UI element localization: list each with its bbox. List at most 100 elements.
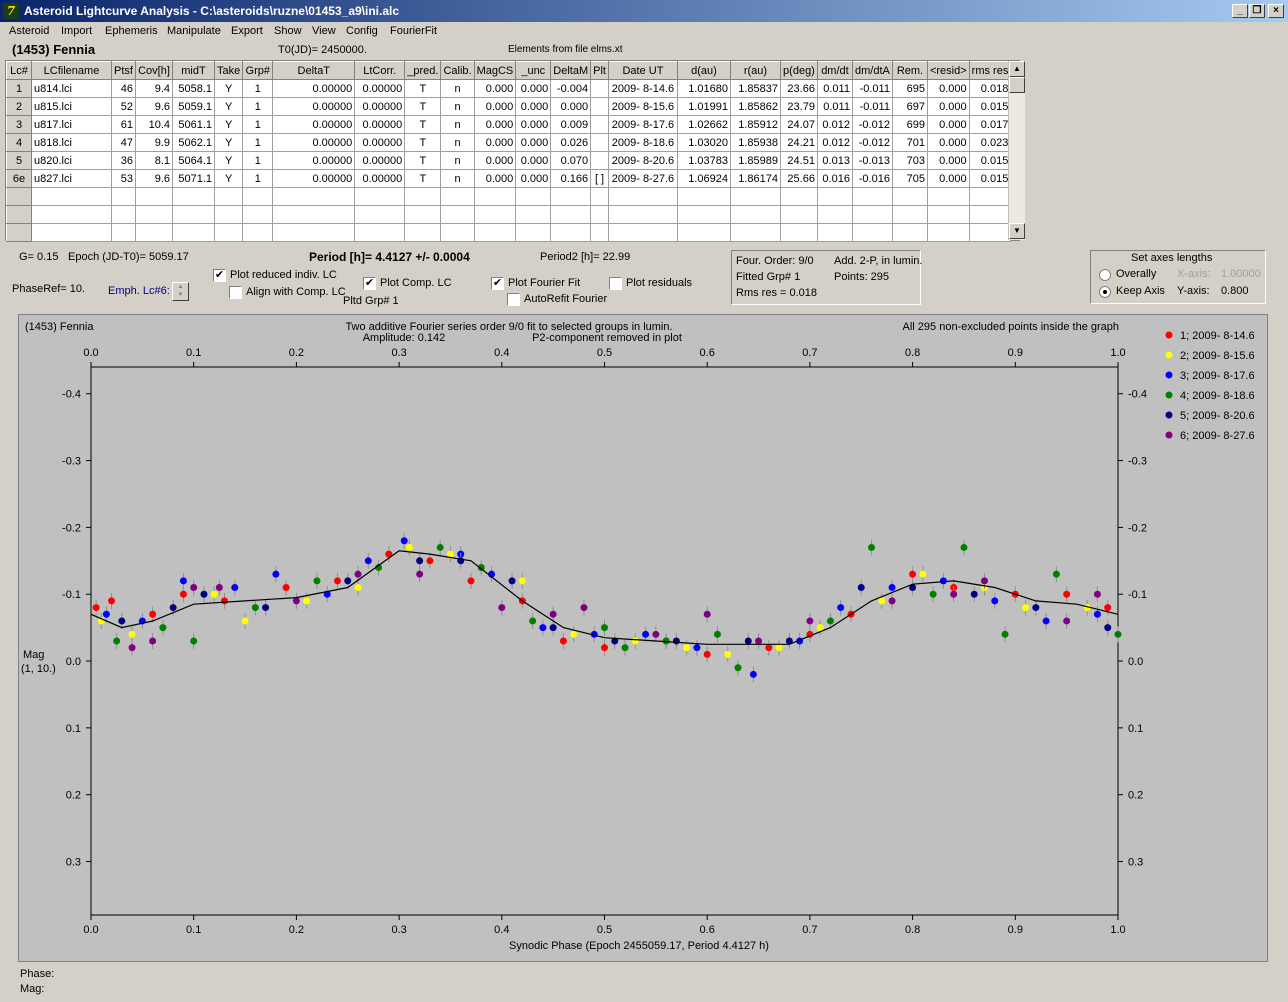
menu-show[interactable]: Show (274, 25, 302, 37)
table-cell[interactable]: 1.85912 (729, 115, 781, 134)
row-header[interactable]: 5 (6, 151, 32, 170)
table-cell[interactable]: u818.lci (31, 133, 112, 152)
table-cell[interactable]: 1 (242, 151, 274, 170)
plot-reduced-checkbox[interactable]: ✔ (213, 269, 226, 282)
table-cell[interactable]: 9.6 (135, 97, 173, 116)
table-cell[interactable]: 5059.1 (172, 97, 215, 116)
table-cell[interactable]: 0.00000 (354, 151, 406, 170)
table-cell[interactable]: 0.00000 (354, 169, 406, 188)
table-cell[interactable]: 1 (242, 115, 274, 134)
overally-radio[interactable] (1099, 269, 1111, 281)
xaxis-value[interactable]: 1.00000 (1221, 268, 1261, 280)
table-cell[interactable]: 5071.1 (172, 169, 215, 188)
table-cell[interactable]: 0.017 (968, 115, 1012, 134)
column-header[interactable]: dm/dt (816, 61, 853, 80)
column-header[interactable]: _pred. (404, 61, 442, 80)
table-cell[interactable]: 0.000 (473, 169, 517, 188)
table-cell[interactable]: 0.00000 (272, 115, 356, 134)
column-header[interactable]: Ptsf (111, 61, 136, 80)
table-cell[interactable]: Y (213, 133, 244, 152)
table-cell[interactable]: 24.21 (779, 133, 818, 152)
table-cell[interactable]: 0.018 (968, 79, 1012, 98)
table-cell[interactable]: u814.lci (31, 79, 112, 98)
table-cell[interactable]: 23.79 (779, 97, 818, 116)
table-cell[interactable]: 9.9 (135, 133, 173, 152)
table-cell[interactable]: 0.070 (550, 151, 592, 170)
restore-button[interactable]: ❐ (1249, 4, 1265, 18)
table-cell[interactable]: 0.000 (926, 151, 970, 170)
table-row[interactable]: 2 u815.lci 52 9.6 5059.1 Y 1 0.00000 0.00000 Tn 0.… (6, 97, 1012, 116)
table-cell[interactable]: 0.012 (816, 115, 853, 134)
table-cell[interactable]: -0.013 (851, 151, 893, 170)
lightcurve-plot[interactable]: (1453) Fennia Two additive Fourier serie… (18, 314, 1268, 962)
table-cell[interactable]: [ ] (590, 169, 609, 188)
column-header[interactable]: Cov[h] (135, 61, 173, 80)
table-cell[interactable]: 36 (111, 151, 136, 170)
table-cell[interactable]: 0.000 (926, 133, 970, 152)
table-cell[interactable]: 0.000 (473, 151, 517, 170)
row-header[interactable]: 2 (6, 97, 32, 116)
table-row[interactable]: 6e u827.lci 53 9.6 5071.1 Y 1 0.00000 0.00000 Tn 0… (6, 169, 1012, 188)
table-cell[interactable]: T (404, 97, 442, 116)
row-header[interactable]: 3 (6, 115, 32, 134)
table-cell[interactable]: 1 (242, 97, 274, 116)
table-cell[interactable]: n (440, 97, 475, 116)
table-row[interactable]: 1 u814.lci 46 9.4 5058.1 Y 1 0.00000 0.00000 Tn 0.… (6, 79, 1012, 98)
column-header[interactable]: MagCS (473, 61, 517, 80)
plot-fourier-checkbox[interactable]: ✔ (491, 277, 504, 290)
table-cell[interactable]: 1.03783 (676, 151, 731, 170)
table-cell[interactable] (590, 79, 609, 98)
scroll-thumb[interactable] (1009, 77, 1025, 93)
column-header[interactable]: _unc (515, 61, 552, 80)
table-cell[interactable]: 47 (111, 133, 136, 152)
table-cell[interactable]: Y (213, 169, 244, 188)
scroll-down-arrow-icon[interactable]: ▼ (1009, 223, 1025, 239)
table-cell[interactable]: 0.000 (515, 151, 552, 170)
table-cell[interactable]: 25.66 (779, 169, 818, 188)
table-cell[interactable]: n (440, 151, 475, 170)
column-header[interactable]: <resid> (926, 61, 970, 80)
table-cell[interactable]: -0.012 (851, 115, 893, 134)
table-cell[interactable]: 0.013 (816, 151, 853, 170)
table-cell[interactable]: 2009- 8-15.6 (607, 97, 678, 116)
menu-view[interactable]: View (312, 25, 336, 37)
table-cell[interactable]: u817.lci (31, 115, 112, 134)
column-header[interactable]: rms res (968, 61, 1012, 80)
table-scrollbar[interactable]: ▲ ▼ (1008, 61, 1025, 240)
column-header[interactable]: dm/dtA (851, 61, 893, 80)
table-cell[interactable]: Y (213, 151, 244, 170)
column-header[interactable]: Grp# (242, 61, 274, 80)
minimize-button[interactable]: _ (1232, 4, 1248, 18)
menu-config[interactable]: Config (346, 25, 378, 37)
table-cell[interactable]: 0.00000 (272, 133, 356, 152)
table-cell[interactable]: T (404, 79, 442, 98)
table-cell[interactable]: 0.00000 (272, 79, 356, 98)
plot-residuals-checkbox[interactable] (609, 277, 622, 290)
menu-fourierfit[interactable]: FourierFit (390, 25, 437, 37)
table-cell[interactable]: 0.011 (816, 97, 853, 116)
table-cell[interactable]: 701 (891, 133, 928, 152)
table-cell[interactable]: 9.6 (135, 169, 173, 188)
column-header[interactable]: DeltaM (550, 61, 592, 80)
table-cell[interactable]: T (404, 115, 442, 134)
table-cell[interactable]: T (404, 151, 442, 170)
table-cell[interactable]: 0.009 (550, 115, 592, 134)
table-cell[interactable]: 1.85938 (729, 133, 781, 152)
table-cell[interactable]: -0.004 (550, 79, 592, 98)
column-header[interactable]: r(au) (729, 61, 781, 80)
table-cell[interactable]: Y (213, 115, 244, 134)
table-cell[interactable]: 0.000 (515, 79, 552, 98)
table-cell[interactable]: 0.00000 (354, 115, 406, 134)
keep-axis-radio[interactable] (1099, 286, 1111, 298)
table-cell[interactable]: Y (213, 79, 244, 98)
table-cell[interactable]: 2009- 8-14.6 (607, 79, 678, 98)
table-cell[interactable]: 5058.1 (172, 79, 215, 98)
table-cell[interactable]: 46 (111, 79, 136, 98)
table-cell[interactable]: 0.011 (816, 79, 853, 98)
table-cell[interactable]: 1.03020 (676, 133, 731, 152)
table-cell[interactable]: 1.01680 (676, 79, 731, 98)
table-cell[interactable]: n (440, 115, 475, 134)
table-cell[interactable]: 9.4 (135, 79, 173, 98)
column-header[interactable]: DeltaT (272, 61, 356, 80)
table-cell[interactable]: 0.166 (550, 169, 592, 188)
